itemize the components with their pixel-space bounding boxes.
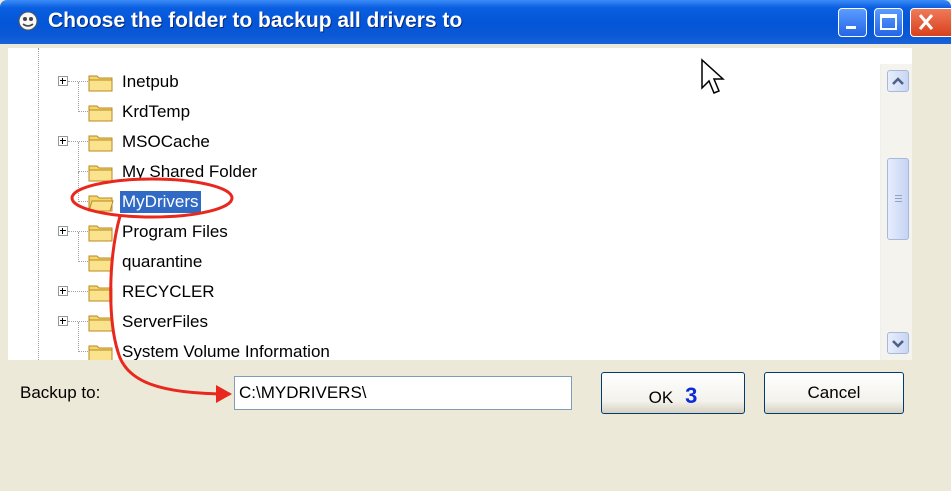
- tree-item-system-volume-information[interactable]: System Volume Information: [8, 322, 868, 360]
- backup-to-label: Backup to:: [20, 383, 101, 402]
- tree-item-inetpub[interactable]: Inetpub: [8, 68, 868, 96]
- arrow-head-icon: [216, 385, 232, 403]
- tree-item-label: Program Files: [122, 222, 228, 241]
- scroll-up-button[interactable]: [887, 70, 909, 92]
- folder-icon: [88, 225, 113, 242]
- tree-item-label: RECYCLER: [122, 282, 215, 301]
- tree-item-label: Inetpub: [122, 72, 179, 91]
- step-number-badge: 3: [685, 383, 698, 408]
- scroll-thumb[interactable]: [887, 158, 909, 240]
- maximize-icon: [880, 14, 897, 30]
- tree-item-quarantine[interactable]: quarantine: [8, 232, 868, 276]
- tree-item-label-selected: MyDrivers: [120, 191, 201, 213]
- scroll-down-button[interactable]: [887, 332, 909, 354]
- expand-icon[interactable]: [58, 136, 68, 146]
- minimize-button[interactable]: [838, 8, 867, 37]
- open-folder-icon: [88, 195, 114, 212]
- folder-tree[interactable]: Inetpub KrdTemp MSOCache My Shared Folde…: [8, 48, 912, 360]
- tree-item-label: My Shared Folder: [122, 162, 258, 181]
- folder-icon: [88, 75, 113, 92]
- folder-icon: [88, 315, 113, 332]
- tree-item-krdtemp[interactable]: KrdTemp: [8, 82, 868, 126]
- expand-icon[interactable]: [58, 286, 68, 296]
- folder-icon: [88, 285, 113, 302]
- ok-button[interactable]: OK 3: [601, 372, 745, 414]
- chevron-up-icon: [892, 77, 904, 85]
- mouse-cursor-icon: [701, 58, 725, 94]
- maximize-button[interactable]: [874, 8, 903, 37]
- cancel-button[interactable]: Cancel: [764, 372, 904, 414]
- tree-item-msocache[interactable]: MSOCache: [8, 128, 868, 156]
- ok-button-label: OK: [648, 388, 674, 407]
- chevron-down-icon: [892, 340, 904, 348]
- window-title: Choose the folder to backup all drivers …: [48, 9, 463, 32]
- folder-icon: [88, 135, 113, 152]
- folder-icon: [88, 105, 113, 122]
- tree-item-label: ServerFiles: [122, 312, 208, 331]
- expand-icon[interactable]: [58, 316, 68, 326]
- tree-item-label: System Volume Information: [122, 342, 330, 360]
- tree-item-recycler[interactable]: RECYCLER: [8, 278, 868, 306]
- expand-icon[interactable]: [58, 76, 68, 86]
- folder-icon: [88, 165, 113, 182]
- tree-item-program-files[interactable]: Program Files: [8, 218, 868, 246]
- tree-item-label: quarantine: [122, 252, 203, 271]
- minimize-icon: [846, 26, 856, 29]
- backup-path-input[interactable]: [234, 376, 572, 410]
- close-icon: [918, 14, 934, 30]
- tree-item-mydrivers[interactable]: MyDrivers: [8, 172, 868, 216]
- app-icon: [18, 11, 38, 31]
- tree-item-serverfiles[interactable]: ServerFiles: [8, 308, 868, 336]
- tree-item-label: MSOCache: [122, 132, 210, 151]
- tree-item-label: KrdTemp: [122, 102, 191, 121]
- expand-icon[interactable]: [58, 226, 68, 236]
- title-bar: Choose the folder to backup all drivers …: [0, 0, 951, 44]
- tree-item-my-shared-folder[interactable]: My Shared Folder: [8, 142, 868, 186]
- vertical-scrollbar[interactable]: [880, 64, 912, 360]
- close-button[interactable]: [910, 8, 951, 37]
- folder-icon: [88, 345, 113, 360]
- folder-icon: [88, 255, 113, 272]
